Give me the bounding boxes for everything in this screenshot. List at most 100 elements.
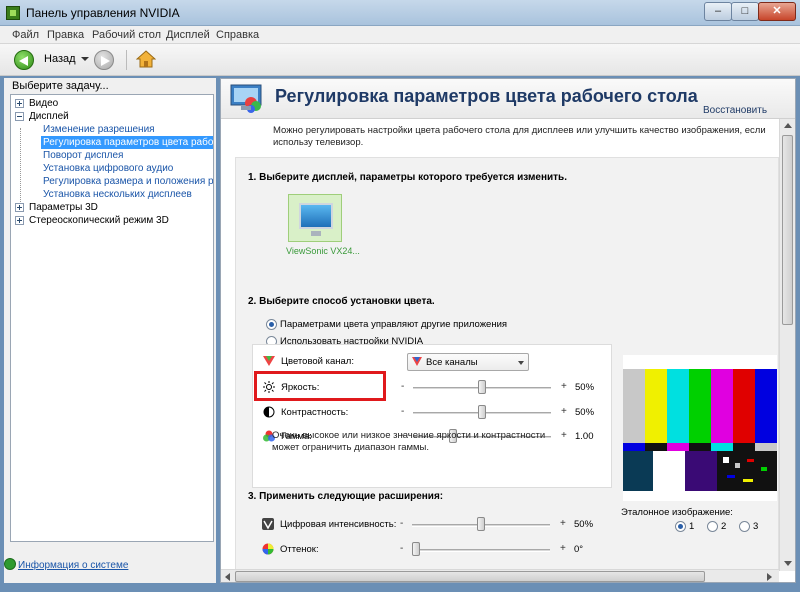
tree-item-label: Дисплей [29, 111, 69, 122]
reference-radio-2[interactable] [707, 521, 718, 532]
brightness-minus[interactable]: - [401, 381, 404, 392]
reference-stripes-top [623, 355, 777, 443]
task-prompt: Выберите задачу... [12, 80, 109, 92]
menu-file[interactable]: Файл [12, 29, 39, 41]
contrast-plus[interactable]: + [561, 406, 567, 417]
vibrance-plus[interactable]: + [560, 518, 566, 529]
system-info-icon [4, 558, 16, 570]
collapse-minus-icon[interactable] [15, 112, 24, 121]
vibrance-slider-thumb[interactable] [477, 517, 485, 531]
menu-bar: Файл Правка Рабочий стол Дисплей Справка [0, 26, 800, 44]
tree-item-label: Видео [29, 98, 59, 109]
vertical-scroll-thumb[interactable] [782, 135, 793, 325]
tree-item-label: Стереоскопический режим 3D [29, 215, 169, 226]
tree-item-label: Установка нескольких дисплеев [43, 189, 192, 200]
history-dropdown-icon[interactable] [81, 57, 89, 61]
gamma-value: 1.00 [575, 431, 594, 442]
digital-vibrance-icon [262, 518, 274, 530]
color-channel-select[interactable]: Все каналы [407, 353, 529, 371]
scroll-up-icon[interactable] [784, 123, 792, 128]
hue-value: 0° [574, 544, 584, 555]
page-title: Регулировка параметров цвета рабочего ст… [275, 86, 698, 106]
content-pane: Регулировка параметров цвета рабочего ст… [220, 78, 796, 583]
maximize-icon: □ [741, 5, 749, 17]
toolbar: Назад [0, 44, 800, 76]
menu-display[interactable]: Дисплей [166, 29, 210, 41]
color-controls-panel: Цветовой канал: Все каналы Яркость: - + … [252, 344, 612, 488]
scroll-down-icon[interactable] [784, 561, 792, 566]
tree-item-label: Изменение разрешения [43, 124, 155, 135]
brightness-plus[interactable]: + [561, 381, 567, 392]
display-tile[interactable] [288, 194, 342, 242]
radio-other-apps[interactable] [266, 319, 277, 330]
tree-item-label: Установка цифрового аудио [43, 163, 174, 174]
close-button[interactable]: ✕ [758, 2, 796, 21]
hue-plus[interactable]: + [560, 543, 566, 554]
range-warning-note: Очень высокое или низкое значение яркост… [272, 430, 546, 453]
brightness-value: 50% [575, 382, 595, 393]
forward-arrow-icon[interactable] [94, 50, 114, 70]
contrast-minus[interactable]: - [401, 406, 404, 417]
window-title: Панель управления NVIDIA [26, 6, 180, 20]
tree-item-label: Регулировка размера и положения рабо [43, 176, 214, 187]
page-description: Можно регулировать настройки цвета рабоч… [273, 125, 766, 148]
back-arrow-icon[interactable] [14, 50, 34, 70]
chevron-down-icon [518, 361, 524, 365]
menu-desktop[interactable]: Рабочий стол [92, 29, 161, 41]
task-tree: Видео Дисплей Изменение разрешения Регул… [10, 94, 214, 542]
gamma-plus[interactable]: + [561, 430, 567, 441]
expand-plus-icon[interactable] [15, 216, 24, 225]
toolbar-separator [126, 50, 127, 70]
back-button-label[interactable]: Назад [44, 53, 76, 65]
hue-minus[interactable]: - [400, 543, 403, 554]
contrast-slider-thumb[interactable] [478, 405, 486, 419]
scroll-left-icon[interactable] [225, 573, 230, 581]
hue-slider-track[interactable] [412, 549, 550, 552]
system-info-link[interactable]: Информация о системе [18, 560, 128, 571]
page-header: Регулировка параметров цвета рабочего ст… [221, 79, 795, 119]
tree-item-label: Регулировка параметров цвета рабочего [41, 136, 213, 149]
radio-other-apps-label[interactable]: Параметрами цвета управляют другие прило… [280, 319, 507, 330]
menu-help[interactable]: Справка [216, 29, 259, 41]
section-2-title: 2. Выберите способ установки цвета. [248, 296, 435, 307]
channel-rgb-icon [412, 357, 422, 366]
scroll-right-icon[interactable] [767, 573, 772, 581]
vibrance-minus[interactable]: - [400, 518, 403, 529]
contrast-label: Контрастность: [281, 407, 349, 418]
reference-image-label: Эталонное изображение: [621, 507, 733, 518]
contrast-value: 50% [575, 407, 595, 418]
reference-radio-1[interactable] [675, 521, 686, 532]
expand-plus-icon[interactable] [15, 203, 24, 212]
home-icon[interactable] [136, 49, 156, 69]
reference-radio-2-label[interactable]: 2 [721, 521, 726, 532]
minimize-icon: – [714, 5, 722, 17]
minimize-button[interactable]: – [704, 2, 732, 21]
reference-image [623, 355, 777, 501]
brightness-highlight-box [254, 371, 386, 401]
menu-edit[interactable]: Правка [47, 29, 84, 41]
reference-stripes-bottom [623, 451, 777, 491]
display-name[interactable]: ViewSonic VX24... [286, 246, 360, 256]
brightness-slider-thumb[interactable] [478, 380, 486, 394]
vertical-scrollbar[interactable] [779, 119, 795, 571]
color-channel-label: Цветовой канал: [281, 356, 354, 367]
tree-item-label: Поворот дисплея [43, 150, 124, 161]
reference-radio-1-label[interactable]: 1 [689, 521, 694, 532]
color-channel-value: Все каналы [426, 357, 478, 368]
desktop-color-icon [230, 84, 262, 113]
monitor-icon [299, 203, 333, 229]
horizontal-scrollbar[interactable] [221, 569, 779, 582]
restore-defaults-link[interactable]: Восстановить [703, 105, 767, 116]
horizontal-scroll-thumb[interactable] [235, 571, 705, 582]
contrast-icon [263, 406, 275, 418]
tree-item-label: Параметры 3D [29, 202, 98, 213]
title-bar: Панель управления NVIDIA – □ ✕ [0, 0, 800, 26]
hue-label: Оттенок: [280, 544, 319, 555]
hue-slider-thumb[interactable] [412, 542, 420, 556]
expand-plus-icon[interactable] [15, 99, 24, 108]
nvidia-app-icon [6, 6, 20, 20]
maximize-button[interactable]: □ [731, 2, 759, 21]
reference-radio-3[interactable] [739, 521, 750, 532]
task-pane: Выберите задачу... Видео Дисплей Изменен… [4, 78, 216, 583]
reference-radio-3-label[interactable]: 3 [753, 521, 758, 532]
